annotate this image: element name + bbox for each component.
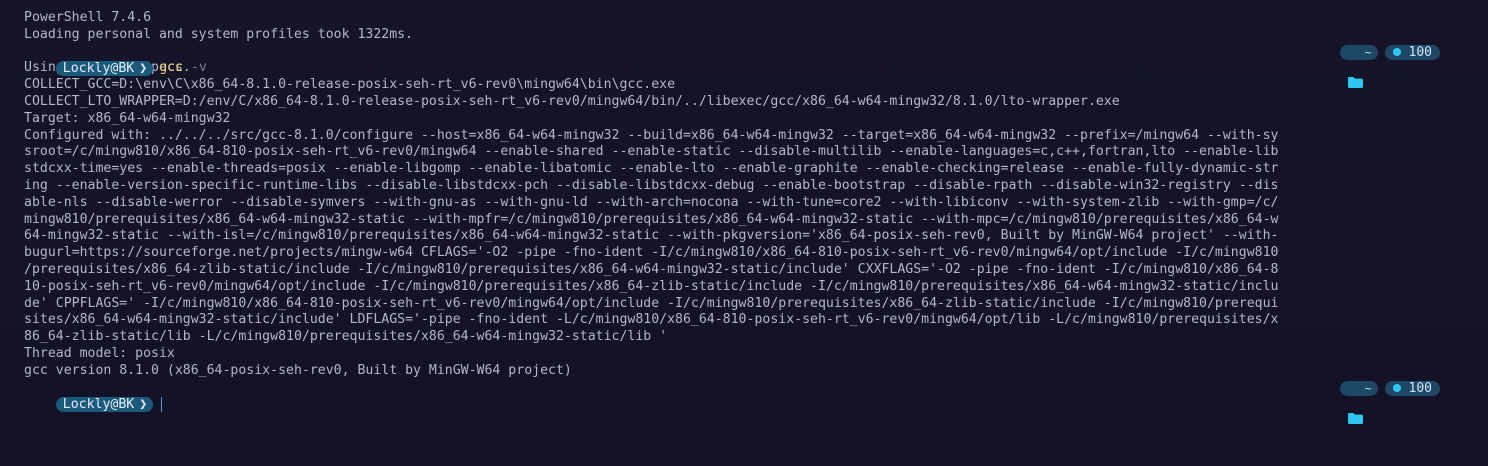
output-line: sroot=/c/mingw810/x86_64-810-posix-seh-r…	[24, 144, 1279, 160]
folder-segment: ~	[1339, 380, 1378, 424]
command-name: gcc	[159, 60, 184, 76]
folder-path: ~	[1364, 381, 1372, 395]
prompt-line-2[interactable]: Lockly@BK ❯ ~ 100	[24, 380, 1488, 424]
battery-segment: 100	[1384, 44, 1440, 60]
prompt-segment: Lockly@BK ❯	[55, 397, 154, 413]
battery-value: 100	[1408, 44, 1432, 60]
profile-load-time: Loading personal and system profiles too…	[24, 26, 414, 42]
folder-icon	[1347, 47, 1363, 88]
output-line: /prerequisites/x86_64-zlib-static/includ…	[24, 261, 1279, 277]
output-line: able-nls --disable-werror --disable-symv…	[24, 194, 1279, 210]
prompt-user: Lockly@BK	[62, 61, 135, 77]
command-arg: -v	[190, 60, 207, 76]
output-line: bugurl=https://sourceforge.net/projects/…	[24, 245, 1279, 261]
text-cursor[interactable]	[161, 397, 163, 413]
battery-dot-icon	[1392, 384, 1401, 393]
output-line: Configured with: ../../../src/gcc-8.1.0/…	[24, 127, 1279, 143]
folder-path: ~	[1364, 45, 1372, 59]
chevron-icon: ❯	[139, 61, 148, 77]
output-line: Thread model: posix	[24, 345, 175, 361]
prompt-user: Lockly@BK	[62, 397, 135, 413]
battery-segment: 100	[1384, 380, 1440, 396]
output-line: 10-posix-seh-rt_v6-rev0/mingw64/opt/incl…	[24, 278, 1279, 294]
terminal-window[interactable]: PowerShell 7.4.6 Loading personal and sy…	[0, 0, 1488, 466]
output-line: Target: x86_64-w64-mingw32	[24, 110, 231, 126]
command-output: Using built-in specs. COLLECT_GCC=D:\env…	[24, 60, 1488, 379]
prompt-right-segments: ~ 100	[1339, 44, 1440, 88]
output-line: gcc version 8.1.0 (x86_64-posix-seh-rev0…	[24, 362, 572, 378]
output-line: de' CPPFLAGS=' -I/c/mingw810/x86_64-810-…	[24, 295, 1279, 311]
output-line: 86_64-zlib-static/lib -L/c/mingw810/prer…	[24, 329, 668, 345]
folder-segment: ~	[1339, 44, 1378, 88]
battery-value: 100	[1408, 380, 1432, 396]
powershell-version: PowerShell 7.4.6	[24, 10, 152, 25]
output-line: sites/x86_64-w64-mingw32-static/include'…	[24, 312, 1279, 328]
prompt-line-1: Lockly@BK ❯ gcc -v ~ 100	[24, 44, 1488, 88]
output-line: ing --enable-version-specific-runtime-li…	[24, 177, 1279, 193]
output-line: Using built-in specs.	[24, 60, 191, 76]
output-line: COLLECT_LTO_WRAPPER=D:/env/C/x86_64-8.1.…	[24, 93, 1120, 109]
prompt-segment: Lockly@BK ❯	[55, 61, 154, 77]
prompt-right-segments: ~ 100	[1339, 380, 1440, 424]
chevron-icon: ❯	[139, 397, 148, 413]
output-line: stdcxx-time=yes --enable-threads=posix -…	[24, 161, 1279, 177]
output-line: 64-mingw32-static --with-isl=/c/mingw810…	[24, 228, 1279, 244]
battery-dot-icon	[1392, 48, 1401, 57]
output-line: mingw810/prerequisites/x86_64-w64-mingw3…	[24, 211, 1279, 227]
folder-icon	[1347, 383, 1363, 424]
output-line: COLLECT_GCC=D:\env\C\x86_64-8.1.0-releas…	[24, 77, 676, 93]
